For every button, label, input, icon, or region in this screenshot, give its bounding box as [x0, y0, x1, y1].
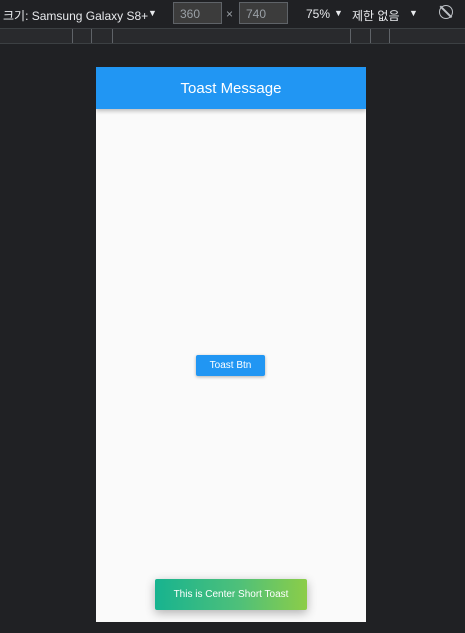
ruler-divider[interactable] [370, 29, 371, 43]
ruler-divider[interactable] [112, 29, 113, 43]
times-label: × [226, 7, 234, 21]
ruler-divider[interactable] [350, 29, 351, 43]
app-bar: Toast Message [96, 67, 366, 109]
throttling-select[interactable]: 제한 없음 [352, 7, 400, 24]
rotate-icon[interactable] [439, 5, 453, 19]
chevron-down-icon[interactable]: ▼ [148, 8, 157, 18]
devtools-toolbar: 크기: Samsung Galaxy S8+ ▼ 360 × 740 75% ▼… [0, 0, 465, 28]
ruler-divider[interactable] [72, 29, 73, 43]
ruler-divider[interactable] [91, 29, 92, 43]
app-title: Toast Message [180, 80, 282, 97]
zoom-select[interactable]: 75% [306, 7, 330, 21]
toast-message: This is Center Short Toast [155, 579, 307, 610]
height-input[interactable]: 740 [239, 2, 288, 24]
ruler-divider[interactable] [389, 29, 390, 43]
device-select[interactable]: 크기: Samsung Galaxy S8+ [3, 7, 148, 24]
media-query-ruler [0, 28, 465, 44]
chevron-down-icon[interactable]: ▼ [334, 8, 343, 18]
toast-button[interactable]: Toast Btn [196, 355, 265, 376]
width-input[interactable]: 360 [173, 2, 222, 24]
chevron-down-icon[interactable]: ▼ [409, 8, 418, 18]
device-viewport: Toast Message Toast Btn This is Center S… [96, 67, 366, 622]
